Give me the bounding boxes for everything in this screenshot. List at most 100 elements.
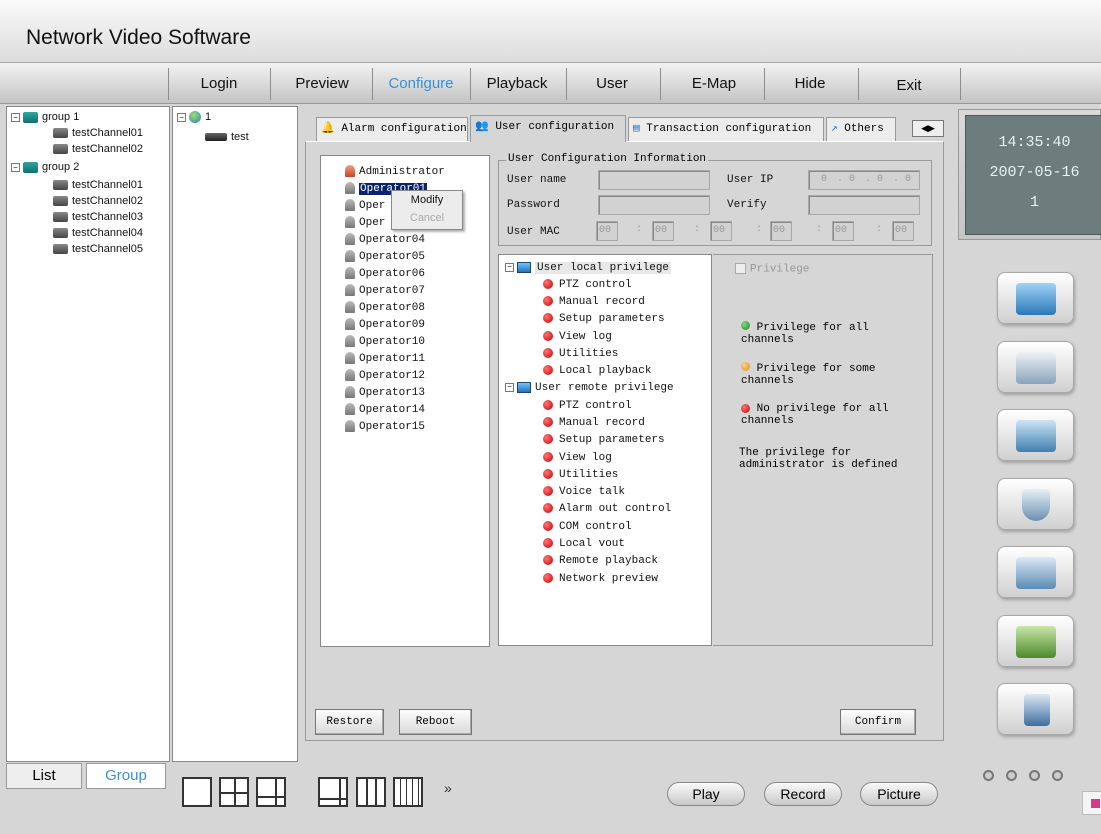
menu-configure[interactable]: Configure bbox=[378, 75, 464, 92]
tree-channel[interactable]: testChannel05 bbox=[53, 241, 143, 257]
tab-group[interactable]: Group bbox=[86, 763, 166, 789]
tree-channel[interactable]: testChannel03 bbox=[53, 209, 143, 225]
tree-channel[interactable]: testChannel01 bbox=[53, 177, 143, 193]
context-menu-cancel[interactable]: Cancel bbox=[392, 212, 462, 224]
record-button[interactable]: Record bbox=[764, 782, 842, 806]
tree-group-1[interactable]: − group 1 bbox=[11, 109, 79, 125]
local-privilege-node[interactable]: − User local privilege bbox=[505, 260, 672, 276]
user-item[interactable]: Operator11 bbox=[345, 351, 425, 367]
user-item[interactable]: Operator07 bbox=[345, 283, 425, 299]
user-item[interactable]: Operator15 bbox=[345, 419, 425, 435]
menu-preview[interactable]: Preview bbox=[282, 75, 362, 92]
tree-group-2[interactable]: − group 2 bbox=[11, 159, 79, 175]
collapse-icon[interactable]: − bbox=[505, 382, 514, 392]
privilege-checkbox[interactable]: Privilege bbox=[735, 263, 809, 275]
verify-input[interactable] bbox=[808, 195, 920, 215]
privilege-item[interactable]: PTZ control bbox=[543, 398, 632, 414]
user-item[interactable]: Oper bbox=[345, 215, 385, 231]
user-item[interactable]: Operator12 bbox=[345, 368, 425, 384]
mac-segment[interactable]: 00 bbox=[892, 221, 914, 241]
privilege-item[interactable]: Utilities bbox=[543, 467, 618, 483]
privilege-item[interactable]: Manual record bbox=[543, 415, 645, 431]
password-input[interactable] bbox=[598, 195, 710, 215]
collapse-icon[interactable]: − bbox=[11, 162, 20, 172]
tree-channel[interactable]: testChannel04 bbox=[53, 225, 143, 241]
privilege-item[interactable]: Local vout bbox=[543, 536, 625, 552]
corner-tool-icon[interactable] bbox=[1082, 791, 1101, 815]
mac-segment[interactable]: 00 bbox=[770, 221, 792, 241]
monitor-settings-icon[interactable] bbox=[997, 341, 1074, 393]
user-mac-input[interactable]: 00 : 00 : 00 : 00 : 00 : 00 bbox=[596, 221, 922, 241]
user-item[interactable]: Operator04 bbox=[345, 232, 425, 248]
confirm-button[interactable]: Confirm bbox=[840, 709, 916, 735]
tree-channel[interactable]: testChannel01 bbox=[53, 125, 143, 141]
user-ip-input[interactable]: 0 . 0 . 0 . 0 bbox=[808, 170, 920, 190]
privilege-item[interactable]: Setup parameters bbox=[543, 311, 665, 327]
tree-channel[interactable]: testChannel02 bbox=[53, 193, 143, 209]
mac-segment[interactable]: 00 bbox=[596, 221, 618, 241]
menu-playback[interactable]: Playback bbox=[476, 75, 558, 92]
privilege-item[interactable]: Voice talk bbox=[543, 484, 625, 500]
search-log-icon[interactable] bbox=[997, 546, 1074, 598]
user-item[interactable]: Oper bbox=[345, 198, 385, 214]
privilege-item[interactable]: Local playback bbox=[543, 363, 651, 379]
layout-1plus5-icon[interactable] bbox=[256, 777, 286, 807]
menu-emap[interactable]: E-Map bbox=[670, 75, 758, 92]
device-settings-icon[interactable] bbox=[997, 272, 1074, 324]
user-item[interactable]: Operator14 bbox=[345, 402, 425, 418]
tab-list[interactable]: List bbox=[6, 763, 82, 789]
mac-segment[interactable]: 00 bbox=[832, 221, 854, 241]
user-item[interactable]: Operator10 bbox=[345, 334, 425, 350]
user-item[interactable]: Operator08 bbox=[345, 300, 425, 316]
layout-1x1-icon[interactable] bbox=[182, 777, 212, 807]
layout-3x3-icon[interactable] bbox=[356, 777, 386, 807]
more-layouts-icon[interactable]: » bbox=[444, 780, 452, 796]
menu-hide[interactable]: Hide bbox=[770, 75, 850, 92]
layout-2x2-icon[interactable] bbox=[219, 777, 249, 807]
privilege-item[interactable]: View log bbox=[543, 329, 612, 345]
security-shield-icon[interactable] bbox=[997, 478, 1074, 530]
card-utilities-icon[interactable] bbox=[997, 615, 1074, 667]
collapse-icon[interactable]: − bbox=[11, 112, 20, 122]
privilege-item[interactable]: Setup parameters bbox=[543, 432, 665, 448]
privilege-item[interactable]: Utilities bbox=[543, 346, 618, 362]
menu-exit[interactable]: Exit bbox=[866, 77, 952, 94]
privilege-item[interactable]: COM control bbox=[543, 519, 632, 535]
user-name-input[interactable] bbox=[598, 170, 710, 190]
context-menu-modify[interactable]: Modify bbox=[392, 194, 462, 206]
user-item[interactable]: Operator05 bbox=[345, 249, 425, 265]
user-item-admin[interactable]: Administrator bbox=[345, 164, 445, 180]
collapse-icon[interactable]: − bbox=[177, 112, 186, 122]
tab-user-configuration[interactable]: 👥 User configuration bbox=[470, 115, 626, 142]
tab-others[interactable]: ↗ Others bbox=[826, 117, 896, 141]
play-button[interactable]: Play bbox=[667, 782, 745, 806]
layout-1plus7-icon[interactable] bbox=[318, 777, 348, 807]
user-item[interactable]: Operator13 bbox=[345, 385, 425, 401]
privilege-item[interactable]: Alarm out control bbox=[543, 501, 671, 517]
tab-alarm-configuration[interactable]: 🔔 Alarm configuration bbox=[316, 117, 468, 141]
remote-privilege-node[interactable]: − User remote privilege bbox=[505, 380, 674, 396]
mac-segment[interactable]: 00 bbox=[710, 221, 732, 241]
privilege-item[interactable]: View log bbox=[543, 450, 612, 466]
tab-transaction-configuration[interactable]: ▤ Transaction configuration bbox=[628, 117, 824, 141]
menu-user[interactable]: User bbox=[572, 75, 652, 92]
network-transfer-icon[interactable] bbox=[997, 409, 1074, 461]
tab-scroll-arrows[interactable]: ◀▶ bbox=[912, 120, 944, 137]
reboot-button[interactable]: Reboot bbox=[399, 709, 472, 735]
privilege-item[interactable]: Manual record bbox=[543, 294, 645, 310]
layout-4x4-icon[interactable] bbox=[393, 777, 423, 807]
mac-segment[interactable]: 00 bbox=[652, 221, 674, 241]
collapse-icon[interactable]: − bbox=[505, 262, 514, 272]
server-root[interactable]: −1 bbox=[177, 109, 211, 125]
picture-button[interactable]: Picture bbox=[860, 782, 938, 806]
privilege-item[interactable]: Remote playback bbox=[543, 553, 658, 569]
menu-login[interactable]: Login bbox=[180, 75, 258, 92]
restore-button[interactable]: Restore bbox=[315, 709, 384, 735]
exit-door-icon[interactable] bbox=[997, 683, 1074, 735]
tree-channel[interactable]: testChannel02 bbox=[53, 141, 143, 157]
privilege-item[interactable]: Network preview bbox=[543, 571, 658, 587]
user-item[interactable]: Operator09 bbox=[345, 317, 425, 333]
privilege-item[interactable]: PTZ control bbox=[543, 277, 632, 293]
server-device[interactable]: test bbox=[205, 129, 249, 145]
user-item[interactable]: Operator06 bbox=[345, 266, 425, 282]
